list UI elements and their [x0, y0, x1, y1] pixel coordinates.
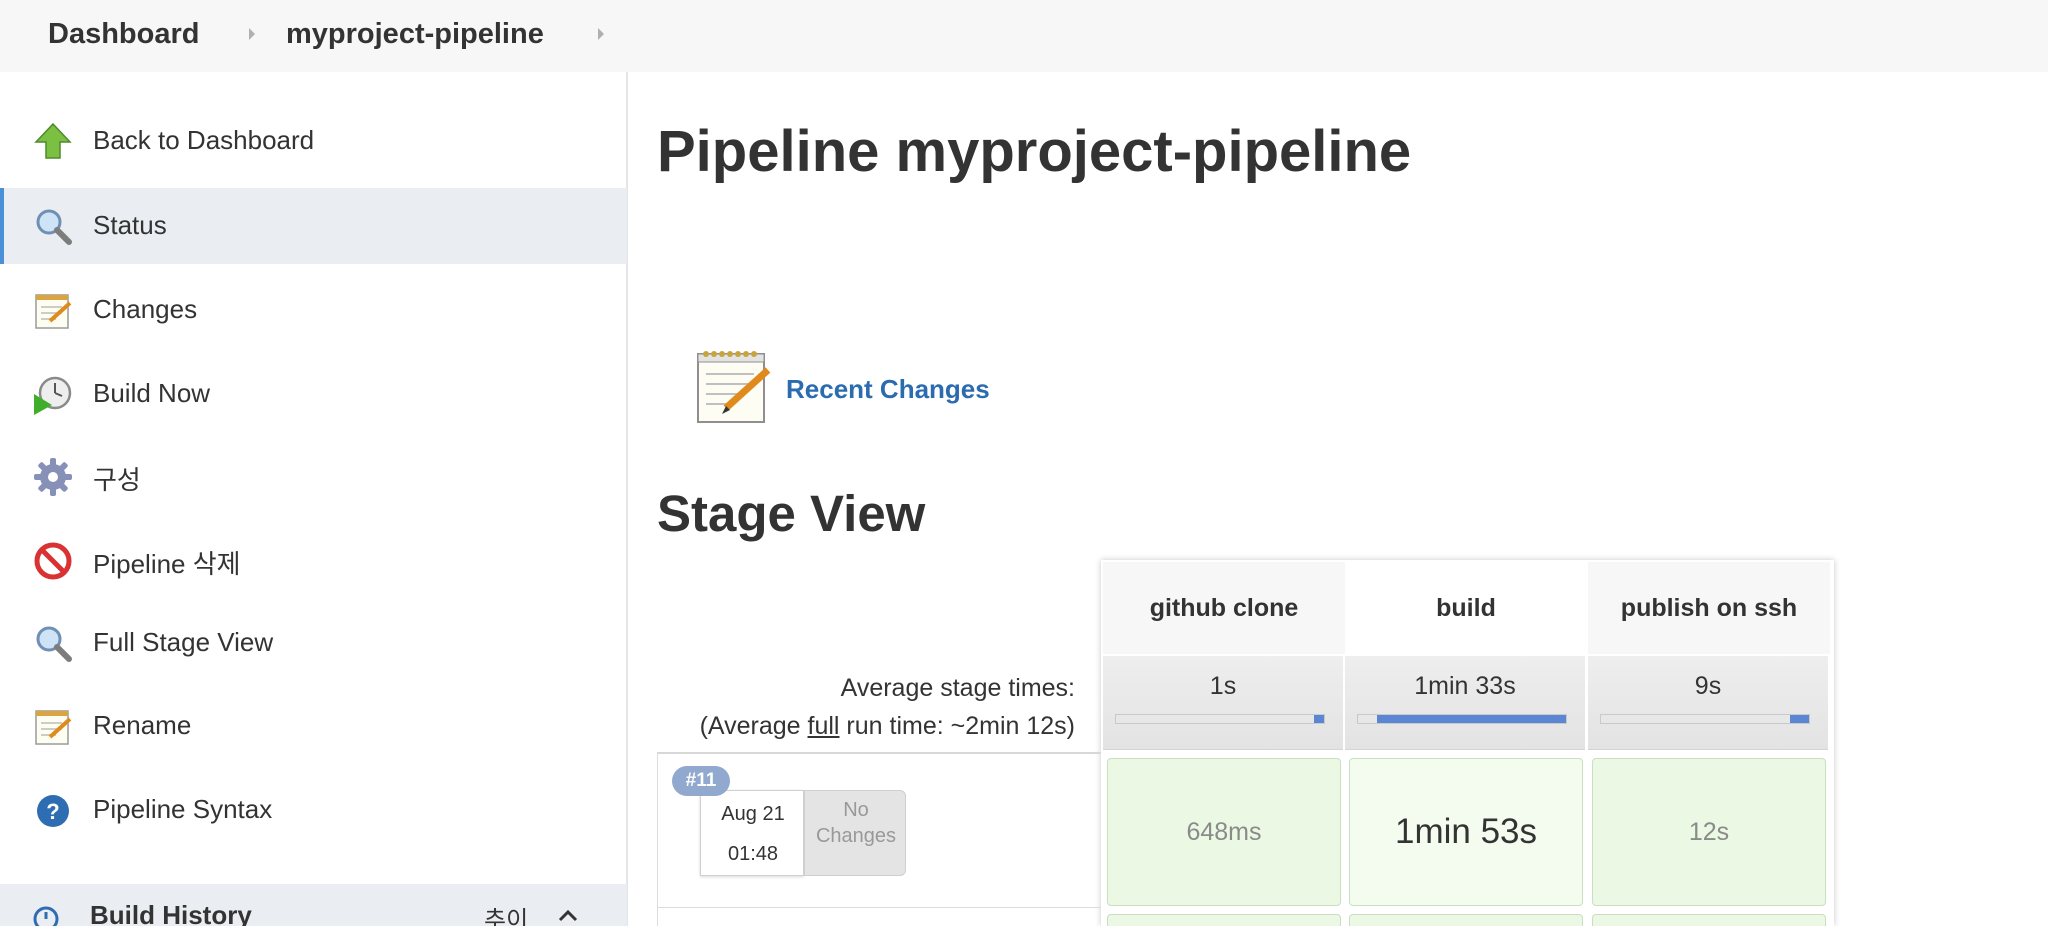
sidebar: Back to Dashboard Status Changes Build N… — [0, 72, 628, 926]
sidebar-item-build-now[interactable]: Build Now — [0, 356, 627, 432]
stage-result-cell[interactable] — [1107, 914, 1341, 926]
build-history-icon — [33, 906, 59, 926]
build-changes-text: Changes — [815, 825, 897, 847]
sidebar-item-label: Changes — [93, 294, 198, 324]
stage-result-cell[interactable] — [1349, 914, 1583, 926]
sidebar-item-label: Pipeline 삭제 — [93, 549, 241, 579]
stage-average-bar-fill — [1314, 715, 1324, 723]
page-title: Pipeline myproject-pipeline — [657, 119, 1412, 184]
stage-average-cell: 9s — [1588, 656, 1828, 750]
stage-view-title: Stage View — [657, 485, 926, 542]
sidebar-item-label: 구성 — [93, 465, 141, 495]
sidebar-item-pipeline-syntax[interactable]: ? Pipeline Syntax — [0, 772, 627, 848]
stage-average-bar — [1600, 714, 1810, 724]
build-history-header: Build History 추이 — [0, 884, 627, 926]
notepad-icon[interactable] — [692, 344, 776, 428]
build-changes-box[interactable]: No Changes — [804, 790, 906, 876]
breadcrumb-dashboard-link[interactable]: Dashboard — [48, 18, 199, 51]
build-date: Aug 21 — [721, 803, 785, 825]
clock-play-icon — [34, 376, 72, 415]
build-history-trend-link[interactable]: 추이 — [484, 900, 528, 926]
average-stage-times-label: Average stage times: — [840, 674, 1075, 702]
average-full-word: full — [807, 712, 840, 740]
sidebar-item-label: Back to Dashboard — [93, 125, 315, 155]
chevron-up-icon[interactable] — [556, 904, 580, 926]
sidebar-item-changes[interactable]: Changes — [0, 272, 627, 348]
stage-header-publish-on-ssh: publish on ssh — [1588, 562, 1830, 654]
notepad-icon — [35, 710, 72, 745]
no-entry-icon — [34, 542, 72, 580]
gear-icon — [34, 458, 72, 496]
stage-average-bar-fill — [1790, 715, 1809, 723]
stage-average-time: 1s — [1209, 672, 1237, 700]
sidebar-item-full-stage-view[interactable]: Full Stage View — [0, 605, 627, 681]
notepad-icon — [35, 294, 72, 329]
average-full-suffix: run time: ~2min 12s) — [839, 712, 1075, 740]
stage-average-bar-fill — [1377, 715, 1566, 723]
breadcrumb-project-link[interactable]: myproject-pipeline — [286, 18, 544, 51]
build-history-title: Build History — [90, 900, 252, 926]
up-arrow-icon — [34, 122, 72, 159]
stage-result-cell[interactable]: 12s — [1592, 758, 1826, 906]
sidebar-item-rename[interactable]: Rename — [0, 688, 627, 764]
stage-average-time: 9s — [1694, 672, 1722, 700]
sidebar-item-label: Build Now — [93, 378, 211, 408]
magnifier-icon — [36, 626, 72, 662]
stage-result-cell[interactable]: 1min 53s — [1349, 758, 1583, 906]
stage-result-cell[interactable]: 648ms — [1107, 758, 1341, 906]
build-number-badge[interactable]: #11 — [672, 766, 730, 796]
breadcrumb-chevron-icon[interactable] — [249, 28, 255, 40]
stage-average-cell: 1s — [1103, 656, 1343, 750]
breadcrumb: Dashboard myproject-pipeline — [0, 0, 2048, 72]
build-date-box: Aug 21 01:48 — [700, 790, 804, 876]
stage-average-time: 1min 33s — [1414, 672, 1516, 700]
stage-average-cell: 1min 33s — [1345, 656, 1585, 750]
sidebar-item-configure[interactable]: 구성 — [0, 438, 627, 514]
sidebar-item-label: Rename — [93, 710, 192, 740]
sidebar-item-back-to-dashboard[interactable]: Back to Dashboard — [0, 103, 627, 179]
recent-changes-link[interactable]: Recent Changes — [786, 374, 990, 405]
build-time: 01:48 — [727, 843, 779, 865]
stage-header-github-clone: github clone — [1103, 562, 1345, 654]
sidebar-item-label: Status — [93, 210, 167, 240]
breadcrumb-chevron-icon[interactable] — [598, 28, 604, 40]
average-full-prefix: (Average — [699, 712, 808, 740]
build-changes-text: No — [843, 799, 869, 821]
stage-header-build: build — [1345, 562, 1587, 654]
build-run-row — [657, 908, 1101, 926]
help-icon: ? — [37, 795, 69, 827]
stage-average-bar — [1357, 714, 1567, 724]
svg-text:?: ? — [46, 799, 59, 824]
stage-result-cell[interactable] — [1592, 914, 1826, 926]
sidebar-item-label: Pipeline Syntax — [93, 794, 273, 824]
magnifier-icon — [36, 209, 72, 245]
sidebar-item-status[interactable]: Status — [0, 188, 627, 264]
sidebar-item-label: Full Stage View — [93, 627, 274, 657]
stage-average-bar — [1115, 714, 1325, 724]
sidebar-item-delete-pipeline[interactable]: Pipeline 삭제 — [0, 522, 627, 598]
average-full-run-time-label: (Average full run time: ~2min 12s) — [700, 712, 1075, 741]
